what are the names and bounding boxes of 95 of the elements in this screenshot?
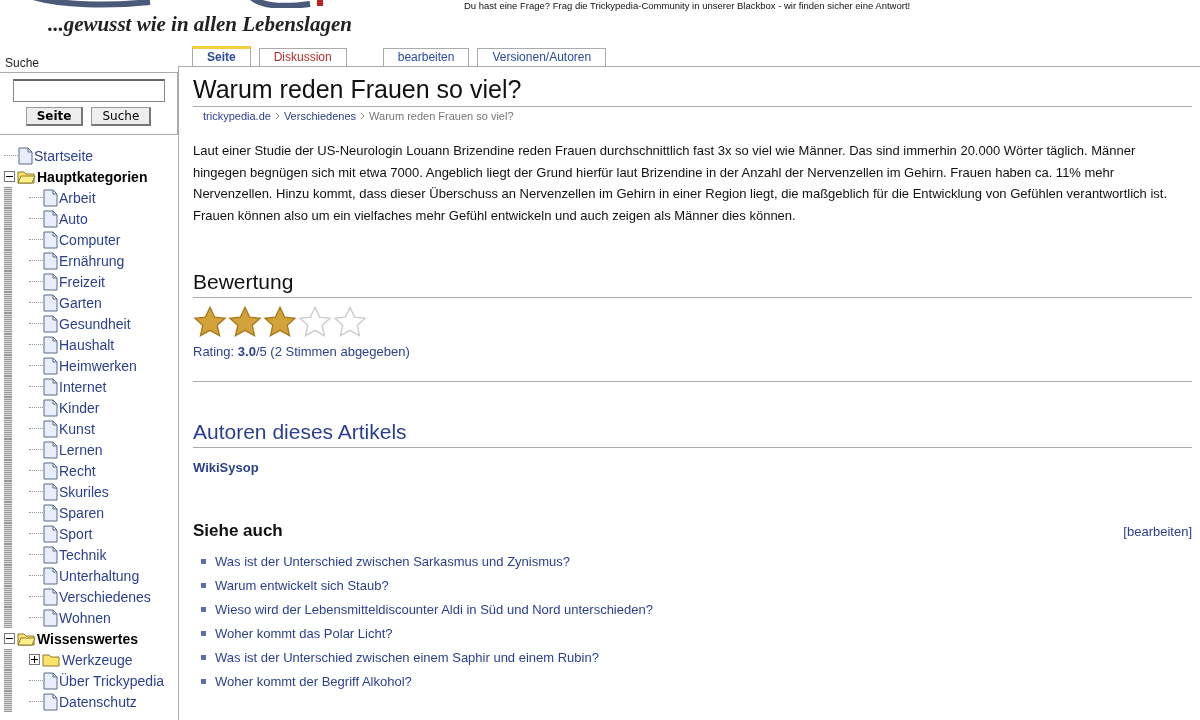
tree-item[interactable]: Werkzeuge xyxy=(62,651,133,668)
related-article-link[interactable]: Warum entwickelt sich Staub? xyxy=(215,577,389,593)
chevron-right-icon xyxy=(360,112,366,120)
section-heading: Siehe auch xyxy=(193,521,283,541)
page-tab[interactable]: Versionen/Autoren xyxy=(477,48,607,66)
breadcrumb-link[interactable]: Verschiedenes xyxy=(283,110,357,122)
tree-item[interactable]: Wohnen xyxy=(59,609,111,626)
page-tab[interactable]: Diskussion xyxy=(258,48,347,66)
related-article-link[interactable]: Was ist der Unterschied zwischen einem Saphir und einem Rubin? xyxy=(215,649,599,665)
tree-item[interactable]: Garten xyxy=(59,294,102,311)
page-icon xyxy=(43,293,58,312)
tree-item[interactable]: Internet xyxy=(59,378,107,395)
page-icon xyxy=(43,419,58,438)
site-tagline: ...gewusst wie in allen Lebenslagen xyxy=(48,12,352,38)
bullet-icon xyxy=(201,606,206,612)
rating-text: Rating: 3.0/5 (2 Stimmen abgegeben) xyxy=(193,344,1192,382)
search-label: Suche xyxy=(5,56,41,70)
page-icon xyxy=(43,524,58,543)
filled-star-icon xyxy=(263,306,297,338)
expand-toggle[interactable] xyxy=(29,654,40,665)
tree-item[interactable]: Über Trickypedia xyxy=(59,672,165,689)
tree-item[interactable]: Auto xyxy=(59,210,88,227)
page-icon xyxy=(43,251,58,270)
search-field[interactable] xyxy=(12,79,165,102)
page-icon xyxy=(43,377,58,396)
tree-item[interactable]: Computer xyxy=(59,231,121,248)
breadcrumb-current: Warum reden Frauen so viel? xyxy=(369,110,514,122)
tree-item[interactable]: Haushalt xyxy=(59,336,115,353)
tree-item[interactable]: Gesundheit xyxy=(59,315,131,332)
tree-item[interactable]: Sparen xyxy=(59,504,105,521)
page-icon xyxy=(18,146,33,165)
tree-item[interactable]: Unterhaltung xyxy=(59,567,140,584)
article-text: Laut einer Studie der US-Neurologin Louann Brizendine reden Frauen durchschnittlich fast 3x so viel wie Männer. Das sind immerhin 20.000 Wörter täglich. Männer hingegen begnügen sich mit etwa 7000. Angeblich liegt der Grund hierfür laut Brizendine in der Anzahl der Nervenzellen im Gehirn. Frauen haben ca. 11% mehr Nervenzellen. Hinzu kommt, dass dieser Überschuss an Nervenzellen im Gehirn in einer Region liegt, die maßgeblich für die Entwicklung von Gefühlen verantwortlich ist. Frauen können also um ein vielfaches mehr Gefühl entwickeln und auch zeigen als Männer dies können. xyxy=(193,142,1168,225)
related-article-link[interactable]: Wieso wird der Lebensmitteldiscounter Aldi in Süd und Nord unterschieden? xyxy=(215,601,653,617)
tree-item[interactable]: Heimwerken xyxy=(59,357,137,374)
page-icon xyxy=(43,209,58,228)
tree-item[interactable]: Skuriles xyxy=(59,483,109,500)
tree-item[interactable]: Recht xyxy=(59,462,96,479)
breadcrumb-link[interactable]: trickypedia.de xyxy=(203,110,271,122)
filled-star-icon xyxy=(193,306,227,338)
search-button[interactable]: Suche xyxy=(91,107,152,126)
tree-item[interactable]: Arbeit xyxy=(59,189,96,206)
tree-item[interactable]: Ernährung xyxy=(59,252,125,269)
bullet-icon xyxy=(201,582,206,588)
page-icon xyxy=(43,545,58,564)
tree-item[interactable]: Sport xyxy=(59,525,93,542)
page-icon xyxy=(43,566,58,585)
tree-item[interactable]: Kunst xyxy=(59,420,95,437)
folder-icon xyxy=(42,652,61,667)
page-button[interactable]: Seite xyxy=(25,107,84,126)
chevron-right-icon xyxy=(274,112,280,120)
page-icon xyxy=(43,587,58,606)
open-folder-icon xyxy=(17,631,36,646)
edit-link[interactable]: [bearbeiten] xyxy=(1123,523,1192,539)
page-icon xyxy=(43,335,58,354)
section-heading: Bewertung xyxy=(193,270,1192,298)
tree-item[interactable]: Freizeit xyxy=(59,273,105,290)
page-tab[interactable]: bearbeiten xyxy=(382,48,470,66)
page-icon xyxy=(43,398,58,417)
tree-item[interactable]: Verschiedenes xyxy=(59,588,151,605)
page-icon xyxy=(43,230,58,249)
header-notice: Du hast eine Frage? Frag die Trickypedia-Community in unserer Blackbox - wir finden sicher eine Antwort! xyxy=(464,0,911,11)
author-link[interactable]: WikiSysop xyxy=(193,460,1192,475)
page-icon xyxy=(43,692,58,711)
page-icon xyxy=(43,503,58,522)
bullet-icon xyxy=(201,678,206,684)
tree-item[interactable]: Datenschutz xyxy=(59,693,137,710)
tree-item[interactable]: Technik xyxy=(59,546,107,563)
tree-item[interactable]: Kinder xyxy=(59,399,100,416)
page-icon xyxy=(43,440,58,459)
page-icon xyxy=(43,671,58,690)
bullet-icon xyxy=(201,630,206,636)
filled-star-icon xyxy=(228,306,262,338)
tree-item[interactable]: Lernen xyxy=(59,441,103,458)
page-icon xyxy=(43,188,58,207)
related-article-link[interactable]: Woher kommt das Polar Licht? xyxy=(215,625,393,641)
collapse-toggle[interactable] xyxy=(4,633,15,644)
collapse-toggle[interactable] xyxy=(4,171,15,182)
article-title: Warum reden Frauen so viel? xyxy=(193,75,1192,107)
tree-item[interactable]: Wissenswertes xyxy=(37,630,139,647)
page-icon xyxy=(43,482,58,501)
related-article-link[interactable]: Was ist der Unterschied zwischen Sarkasmus und Zynismus? xyxy=(215,553,570,569)
section-heading: Autoren dieses Artikels xyxy=(193,420,1192,448)
tree-item[interactable]: Hauptkategorien xyxy=(37,168,148,185)
page-tab[interactable]: Seite xyxy=(192,46,251,66)
page-icon xyxy=(43,608,58,627)
page-icon xyxy=(43,314,58,333)
page-icon xyxy=(43,272,58,291)
page-icon xyxy=(43,356,58,375)
page-icon xyxy=(43,461,58,480)
bullet-icon xyxy=(201,558,206,564)
open-folder-icon xyxy=(17,169,36,184)
related-article-link[interactable]: Woher kommt der Begriff Alkohol? xyxy=(215,673,412,689)
bullet-icon xyxy=(201,654,206,660)
tree-item[interactable]: Startseite xyxy=(34,147,94,164)
